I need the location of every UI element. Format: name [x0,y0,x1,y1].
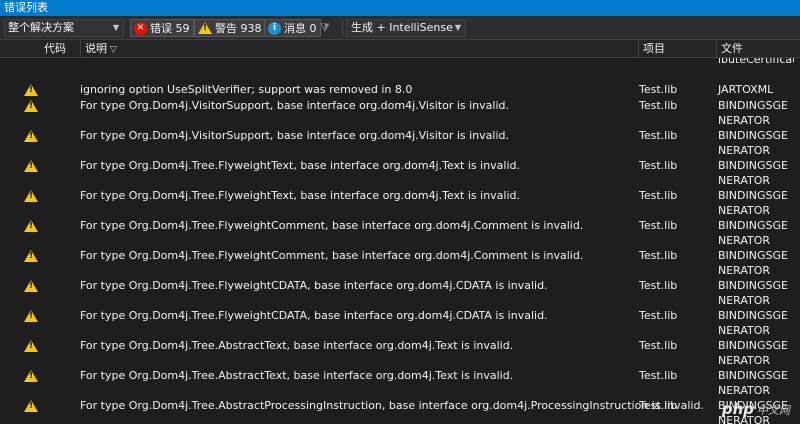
column-description[interactable]: 说明 ▽ [80,40,638,58]
error-list-rows: ibuteCertificate.cs ignoring option UseS… [0,58,800,424]
table-row[interactable]: For type Org.Dom4j.Tree.FlyweightCDATA, … [0,308,800,338]
row-project: Test.lib [639,159,678,172]
row-file: BINDINGSGENERATOR [718,309,788,337]
warning-triangle-icon [198,22,212,34]
table-row[interactable]: For type Org.Dom4j.Tree.FlyweightComment… [0,218,800,248]
row-file: BINDINGSGENERATOR [718,279,788,307]
window-title: 错误列表 [0,0,800,16]
table-row[interactable]: For type Org.Dom4j.VisitorSupport, base … [0,98,800,128]
row-description: ignoring option UseSplitVerifier; suppor… [80,83,413,96]
row-file: JARTOXML [718,83,774,96]
row-project: Test.lib [639,83,678,96]
row-file: BINDINGSGENERATOR [718,159,788,187]
column-file[interactable]: 文件 [716,40,800,58]
row-project: Test.lib [639,309,678,322]
errors-filter-button[interactable]: ✕ 错误 59 [130,19,194,37]
scope-dropdown[interactable]: 整个解决方案 ▼ [4,19,124,37]
row-description: For type Org.Dom4j.VisitorSupport, base … [80,99,509,112]
row-project: Test.lib [639,219,678,232]
row-description: For type Org.Dom4j.VisitorSupport, base … [80,129,509,142]
column-code-label: 代码 [44,42,66,55]
row-description: For type Org.Dom4j.Tree.FlyweightCDATA, … [80,279,548,292]
row-project: Test.lib [639,129,678,142]
messages-filter-label: 消息 0 [284,22,317,35]
errors-filter-label: 错误 59 [150,22,190,35]
funnel-icon[interactable]: ⧩ [320,21,336,35]
row-description: For type Org.Dom4j.Tree.AbstractText, ba… [80,369,514,382]
table-row[interactable]: For type Org.Dom4j.Tree.FlyweightComment… [0,248,800,278]
warnings-filter-button[interactable]: 警告 938 [194,19,266,37]
table-row[interactable]: For type Org.Dom4j.Tree.AbstractText, ba… [0,338,800,368]
watermark-brand: php [721,400,754,418]
error-circle-icon: ✕ [134,21,147,35]
partial-row-file: ibuteCertificate.cs [718,58,794,66]
row-description: For type Org.Dom4j.Tree.FlyweightComment… [80,249,584,262]
warning-triangle-icon [24,370,38,382]
warning-triangle-icon [24,130,38,142]
watermark: php 中文网 [722,400,790,418]
row-project: Test.lib [639,249,678,262]
row-file: BINDINGSGENERATOR [718,99,788,127]
row-description: For type Org.Dom4j.Tree.FlyweightCDATA, … [80,309,548,322]
row-file: BINDINGSGENERATOR [718,219,788,247]
row-description: For type Org.Dom4j.Tree.FlyweightText, b… [80,159,521,172]
column-code[interactable]: 代码 [20,40,80,58]
column-description-label: 说明 [85,42,107,55]
chevron-down-icon: ▼ [454,23,461,32]
row-description: For type Org.Dom4j.Tree.AbstractText, ba… [80,339,514,352]
row-project: Test.lib [639,189,678,202]
row-project: Test.lib [639,279,678,292]
row-project: Test.lib [639,369,678,382]
sort-descending-icon: ▽ [110,45,117,55]
warning-triangle-icon [24,250,38,262]
warning-triangle-icon [24,100,38,112]
row-file: BINDINGSGENERATOR [718,189,788,217]
table-row[interactable]: For type Org.Dom4j.VisitorSupport, base … [0,128,800,158]
table-row[interactable]: For type Org.Dom4j.Tree.AbstractProcessi… [0,398,800,424]
table-row[interactable]: For type Org.Dom4j.Tree.FlyweightText, b… [0,188,800,218]
table-row[interactable]: For type Org.Dom4j.Tree.FlyweightText, b… [0,158,800,188]
warnings-filter-label: 警告 938 [215,22,262,35]
warning-triangle-icon [24,160,38,172]
column-file-label: 文件 [721,42,743,55]
row-project: Test.lib [639,99,678,112]
column-project-label: 项目 [643,42,665,55]
info-circle-icon: i [268,21,281,35]
row-description: For type Org.Dom4j.Tree.FlyweightText, b… [80,189,521,202]
warning-triangle-icon [24,310,38,322]
column-project[interactable]: 项目 [638,40,716,58]
row-project: Test.lib [639,339,678,352]
row-description: For type Org.Dom4j.Tree.AbstractProcessi… [80,399,704,412]
toolbar-separator [342,20,343,36]
column-header: 代码 说明 ▽ 项目 文件 [0,40,800,58]
table-row[interactable]: For type Org.Dom4j.Tree.AbstractText, ba… [0,368,800,398]
warning-triangle-icon [24,220,38,232]
messages-filter-button[interactable]: i 消息 0 [264,19,321,37]
scope-dropdown-value: 整个解决方案 [8,21,74,34]
watermark-site: 中文网 [757,404,790,417]
chevron-down-icon: ▼ [112,23,119,32]
row-file: BINDINGSGENERATOR [718,339,788,367]
warning-triangle-icon [24,280,38,292]
warning-triangle-icon [24,190,38,202]
row-file: BINDINGSGENERATOR [718,369,788,397]
table-row[interactable]: For type Org.Dom4j.Tree.FlyweightCDATA, … [0,278,800,308]
build-source-dropdown[interactable]: 生成 + IntelliSense ▼ [346,19,466,37]
row-file: BINDINGSGENERATOR [718,129,788,157]
row-file: BINDINGSGENERATOR [718,249,788,277]
warning-triangle-icon [24,340,38,352]
warning-triangle-icon [24,400,38,412]
row-project: Test.lib [639,399,678,412]
error-list-toolbar: 整个解决方案 ▼ ✕ 错误 59 警告 938 i 消息 0 ⧩ 生成 + In… [0,16,800,40]
row-description: For type Org.Dom4j.Tree.FlyweightComment… [80,219,584,232]
warning-triangle-icon [24,84,38,96]
build-source-value: 生成 + IntelliSense [351,21,453,34]
